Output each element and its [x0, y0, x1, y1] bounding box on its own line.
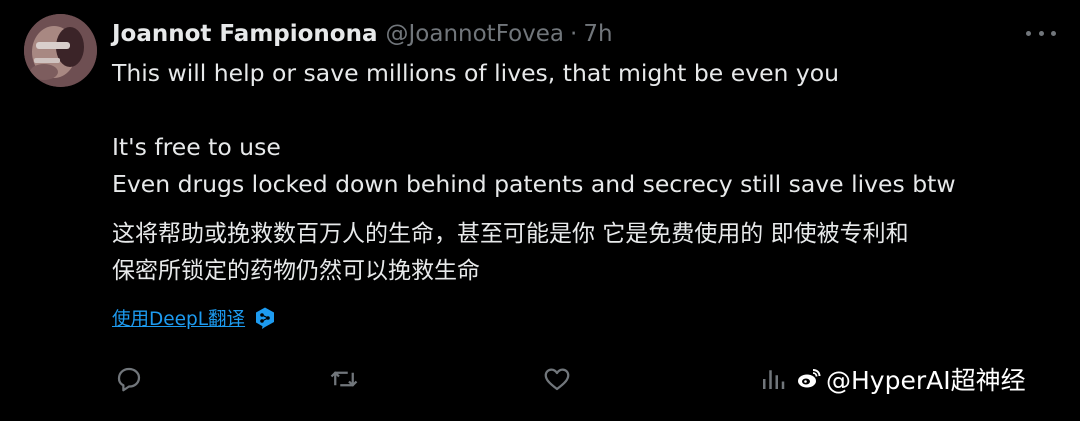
tweet-header: Joannot Fampionona @JoannotFovea · 7h — [112, 17, 613, 51]
like-icon — [544, 368, 570, 391]
avatar[interactable] — [24, 14, 97, 87]
translated-line: 保密所锁定的药物仍然可以挽救生命 — [112, 258, 480, 284]
tweet-line: Even drugs locked down behind patents an… — [112, 170, 956, 198]
timestamp[interactable]: 7h — [583, 21, 612, 47]
translated-line: 这将帮助或挽救数百万人的生命，甚至可能是你 它是免费使用的 即使被专利和 — [112, 221, 909, 247]
more-dot-icon — [1051, 30, 1056, 36]
tweet-line: It's free to use — [112, 133, 281, 161]
translate-with-deepl-link[interactable]: 使用DeepL翻译 — [112, 305, 277, 331]
tweet-line: This will help or save millions of lives… — [112, 59, 840, 87]
user-handle[interactable]: @JoannotFovea — [386, 21, 565, 47]
reply-icon — [117, 367, 141, 392]
like-button[interactable] — [540, 362, 574, 396]
weibo-logo-icon — [798, 369, 821, 388]
retweet-icon — [330, 371, 358, 387]
separator-dot: · — [570, 21, 578, 47]
reply-button[interactable] — [112, 362, 146, 396]
more-dot-icon — [1038, 30, 1044, 36]
watermark-text: @HyperAI超神经 — [826, 366, 1026, 395]
watermark: @HyperAI超神经 — [796, 361, 1026, 397]
deepl-icon — [256, 307, 275, 329]
translate-link-label[interactable]: 使用DeepL翻译 — [112, 305, 245, 331]
more-options-button[interactable] — [1026, 20, 1056, 46]
retweet-button[interactable] — [327, 362, 361, 396]
avatar-image — [24, 14, 97, 87]
views-button[interactable] — [756, 362, 790, 396]
more-dot-icon — [1026, 30, 1031, 36]
translated-text: 这将帮助或挽救数百万人的生命，甚至可能是你 它是免费使用的 即使被专利和 保密所… — [112, 216, 1062, 290]
views-icon — [763, 370, 785, 389]
display-name[interactable]: Joannot Fampionona — [112, 21, 378, 47]
tweet-text: This will help or save millions of lives… — [112, 55, 1062, 203]
